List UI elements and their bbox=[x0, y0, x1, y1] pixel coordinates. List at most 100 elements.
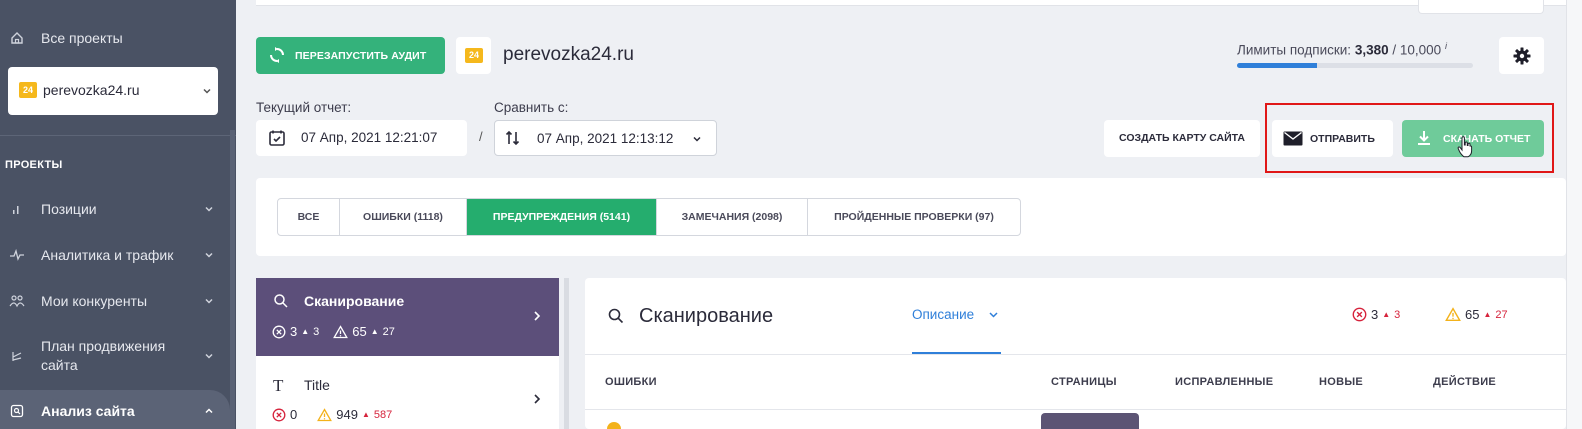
calendar-check-icon bbox=[269, 130, 285, 146]
panel-title: Сканирование bbox=[639, 305, 774, 327]
compare-label: Сравнить с: bbox=[494, 100, 569, 115]
top-strip bbox=[256, 0, 1566, 6]
tab-all[interactable]: ВСЕ bbox=[278, 199, 340, 235]
chevron-down-icon bbox=[205, 353, 213, 359]
home-icon bbox=[8, 29, 26, 47]
check-errors-new: 3 bbox=[313, 325, 320, 338]
warning-triangle-icon bbox=[1445, 307, 1461, 322]
current-report-date[interactable]: 07 Апр, 2021 12:21:07 bbox=[256, 120, 467, 156]
sidebar-item-promotion-plan[interactable]: План продвижения сайта bbox=[0, 336, 236, 376]
column-header-errors: ОШИБКИ bbox=[605, 376, 657, 388]
column-header-action: ДЕЙСТВИЕ bbox=[1433, 376, 1497, 388]
check-item-scanning[interactable]: Сканирование 3 ▲ 3 65 ▲ 27 bbox=[256, 278, 559, 356]
search-icon bbox=[608, 308, 624, 324]
sidebar-item-analytics[interactable]: Аналитика и трафик bbox=[0, 245, 236, 265]
filter-tabs: ВСЕ ОШИБКИ (1118) ПРЕДУПРЕЖДЕНИЯ (5141) … bbox=[277, 198, 1021, 236]
limits-total: / 10,000 bbox=[1392, 42, 1442, 58]
limits-progress-fill bbox=[1237, 63, 1317, 68]
info-icon[interactable]: i bbox=[1445, 41, 1447, 51]
sidebar-item-label: Все проекты bbox=[41, 29, 123, 46]
subscription-limits: Лимиты подписки: 3,380 / 10,000 i bbox=[1237, 41, 1447, 58]
text-type-icon: T bbox=[273, 376, 284, 395]
chevron-down-icon bbox=[203, 88, 211, 94]
table-header-divider bbox=[585, 409, 1566, 410]
sidebar-item-label: Позиции bbox=[41, 200, 97, 217]
column-header-fixed: ИСПРАВЛЕННЫЕ bbox=[1175, 376, 1274, 388]
date-separator: / bbox=[479, 129, 483, 144]
warning-triangle-icon bbox=[333, 324, 349, 338]
description-tab[interactable]: Описание bbox=[912, 307, 974, 322]
sidebar-item-label: Анализ сайта bbox=[41, 402, 135, 419]
compare-date-text: 07 Апр, 2021 12:13:12 bbox=[537, 131, 674, 146]
error-circle-icon bbox=[1352, 307, 1367, 322]
users-icon bbox=[8, 292, 26, 310]
project-logo: 24 bbox=[19, 82, 37, 98]
warning-icon bbox=[607, 422, 621, 429]
pages-count-chip[interactable] bbox=[1041, 413, 1139, 429]
sort-arrows-icon bbox=[505, 130, 520, 146]
column-header-new: НОВЫЕ bbox=[1319, 376, 1364, 388]
panel-errors-count: 3 ▲ 3 bbox=[1352, 307, 1400, 322]
chevron-right-icon bbox=[534, 311, 541, 321]
project-select-label: perevozka24.ru bbox=[43, 82, 140, 98]
panel-warnings-count: 65 ▲ 27 bbox=[1445, 307, 1508, 322]
check-list-scrollbar[interactable] bbox=[564, 278, 569, 429]
create-sitemap-button[interactable]: СОЗДАТЬ КАРТУ САЙТА bbox=[1104, 120, 1260, 157]
panel-warnings: 65 bbox=[1465, 307, 1480, 322]
tab-passed-checks[interactable]: ПРОЙДЕННЫЕ ПРОВЕРКИ (97) bbox=[808, 199, 1020, 235]
project-select[interactable]: 24 perevozka24.ru bbox=[8, 67, 218, 115]
sidebar-item-competitors[interactable]: Мои конкуренты bbox=[0, 291, 236, 311]
site-audit-icon bbox=[8, 402, 26, 420]
column-header-pages: СТРАНИЦЫ bbox=[1051, 376, 1117, 388]
sidebar-scrollbar[interactable] bbox=[230, 130, 235, 429]
sidebar: Все проекты 24 perevozka24.ru ПРОЕКТЫ По… bbox=[0, 0, 236, 429]
error-circle-icon bbox=[272, 325, 286, 338]
limits-progress-bar bbox=[1237, 63, 1473, 68]
current-report-date-text: 07 Апр, 2021 12:21:07 bbox=[301, 130, 438, 145]
check-errors: 0 bbox=[290, 407, 298, 422]
check-title: Title bbox=[304, 377, 330, 393]
warning-triangle-icon bbox=[317, 407, 333, 421]
check-title: Сканирование bbox=[304, 293, 405, 309]
sidebar-section-title: ПРОЕКТЫ bbox=[5, 159, 63, 171]
window-right-edge bbox=[1566, 0, 1582, 429]
sidebar-item-label: Аналитика и трафик bbox=[41, 246, 174, 263]
panel-errors: 3 bbox=[1371, 307, 1379, 322]
pulse-icon bbox=[8, 246, 26, 264]
error-circle-icon bbox=[272, 408, 286, 421]
plan-icon bbox=[8, 347, 26, 365]
current-report-label: Текущий отчет: bbox=[256, 100, 352, 115]
panel-errors-new: 3 bbox=[1394, 308, 1401, 321]
tab-warnings[interactable]: ПРЕДУПРЕЖДЕНИЯ (5141) bbox=[467, 199, 657, 235]
refresh-icon bbox=[270, 47, 284, 63]
limits-used: 3,380 bbox=[1354, 42, 1389, 58]
compare-date-select[interactable]: 07 Апр, 2021 12:13:12 bbox=[494, 120, 717, 156]
restart-audit-label: ПЕРЕЗАПУСТИТЬ АУДИТ bbox=[295, 50, 427, 62]
chevron-down-icon bbox=[205, 206, 213, 212]
panel-divider bbox=[585, 354, 1566, 355]
panel-warnings-new: 27 bbox=[1495, 308, 1508, 321]
restart-audit-button[interactable]: ПЕРЕЗАПУСТИТЬ АУДИТ bbox=[256, 37, 445, 74]
gear-icon bbox=[1513, 47, 1530, 64]
chevron-up-icon bbox=[205, 408, 213, 414]
check-item-title[interactable]: T Title 0 949 ▲ 587 bbox=[256, 356, 559, 429]
chevron-down-icon bbox=[693, 136, 701, 142]
tab-notices[interactable]: ЗАМЕЧАНИЯ (2098) bbox=[657, 199, 808, 235]
sidebar-item-label: План продвижения сайта bbox=[41, 338, 166, 373]
limits-label: Лимиты подписки: bbox=[1237, 42, 1352, 58]
site-name: perevozka24.ru bbox=[503, 44, 634, 65]
sidebar-item-all-projects[interactable]: Все проекты bbox=[0, 28, 236, 48]
check-warnings-new: 587 bbox=[373, 408, 393, 421]
search-icon bbox=[274, 294, 288, 308]
sidebar-item-positions[interactable]: Позиции bbox=[0, 199, 236, 219]
sidebar-divider bbox=[0, 135, 236, 136]
check-stats: 0 949 ▲ 587 bbox=[272, 407, 392, 422]
settings-button[interactable] bbox=[1499, 37, 1544, 74]
check-stats: 3 ▲ 3 65 ▲ 27 bbox=[272, 324, 395, 339]
top-strip-box bbox=[1418, 0, 1544, 14]
check-errors: 3 bbox=[290, 324, 298, 339]
bar-chart-icon bbox=[8, 200, 26, 218]
sidebar-item-site-audit[interactable]: Анализ сайта bbox=[0, 401, 236, 421]
check-warnings-new: 27 bbox=[382, 325, 395, 338]
tab-errors[interactable]: ОШИБКИ (1118) bbox=[340, 199, 467, 235]
